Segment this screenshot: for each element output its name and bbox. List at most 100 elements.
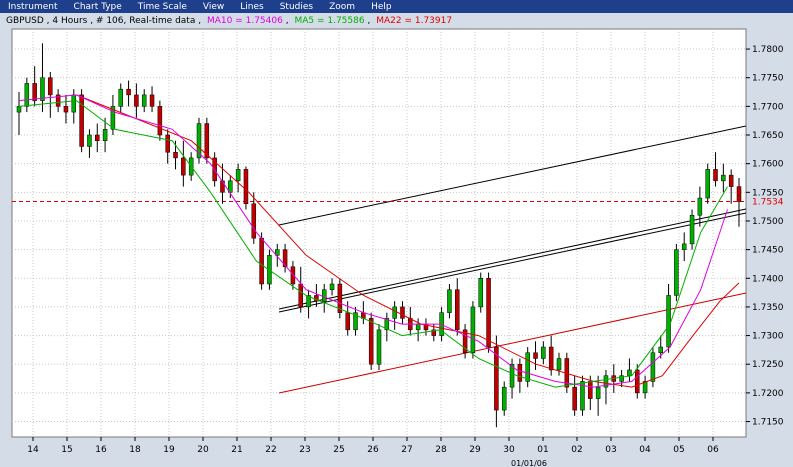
menu-help[interactable]: Help — [371, 2, 392, 12]
candle-body — [368, 318, 374, 365]
candle-body — [157, 106, 163, 136]
x-tick-label: 04 — [639, 445, 651, 455]
candle-body — [541, 346, 546, 359]
y-tick-label: 1.7350 — [752, 303, 784, 313]
candle-body — [572, 386, 577, 411]
candle-body — [392, 306, 397, 319]
candle-body — [627, 369, 632, 376]
x-tick-label: 21 — [231, 445, 242, 455]
y-tick-label: 1.7300 — [752, 332, 784, 342]
candle-body — [63, 106, 69, 113]
x-tick-label: 18 — [129, 445, 141, 455]
y-tick-label: 1.7200 — [752, 389, 784, 399]
time-axis: 14 15 16 18 19 20 21 22 23 25 26 27 28 29 30 01 02 03 04 05… — [27, 437, 719, 467]
candle-body — [141, 94, 147, 107]
candle-body — [165, 134, 170, 153]
candle — [79, 89, 84, 153]
y-tick-label: 1.7650 — [752, 131, 784, 141]
candle-body — [95, 134, 100, 141]
candle-body — [298, 283, 303, 308]
y-tick-label: 1.7700 — [752, 102, 784, 112]
candle-body — [689, 214, 695, 245]
candle-body — [588, 381, 593, 399]
menu-instrument[interactable]: Instrument — [8, 2, 58, 12]
candle-body — [40, 77, 45, 101]
x-tick-label: 29 — [469, 445, 481, 455]
candle-body — [650, 352, 656, 382]
candle — [470, 301, 476, 359]
candle-body — [525, 352, 530, 382]
candle-body — [713, 169, 718, 182]
chart-frame: GBPUSD , 4 Hours , # 106, Real-time data… — [0, 13, 793, 467]
menu-view[interactable]: View — [203, 2, 224, 12]
candle-body — [87, 134, 92, 147]
legend-sep-1: , — [198, 16, 201, 26]
legend-ma22: MA22 = 1.73917 — [376, 16, 452, 26]
menu-time-scale[interactable]: Time Scale — [138, 2, 187, 12]
y-tick-label: 1.7600 — [752, 160, 784, 170]
x-tick-label: 26 — [367, 445, 379, 455]
legend-ma10: MA10 = 1.75406 — [207, 16, 283, 26]
candle-body — [486, 278, 491, 348]
x-tick-label: 19 — [163, 445, 175, 455]
menu-chart-type[interactable]: Chart Type — [74, 2, 122, 12]
legend-ma5: MA5 = 1.75586 — [294, 16, 364, 26]
y-tick-label: 1.7250 — [752, 360, 784, 370]
candle-body — [102, 129, 108, 141]
candle-body — [447, 289, 452, 313]
legend-text: GBPUSD , 4 Hours , # 106, Real-time data… — [6, 16, 452, 26]
y-tick-label: 1.7400 — [752, 274, 784, 284]
x-tick-label: 02 — [571, 445, 582, 455]
menu-zoom[interactable]: Zoom — [329, 2, 355, 12]
candle-body — [728, 174, 734, 187]
candle-body — [494, 346, 499, 411]
candle — [525, 347, 530, 388]
candle-body — [173, 151, 178, 159]
menu-studies[interactable]: Studies — [280, 2, 313, 12]
x-tick-label: 15 — [61, 445, 72, 455]
menu-bar: Instrument Chart Type Time Scale View Li… — [0, 0, 793, 13]
x-tick-label: 30 — [503, 445, 515, 455]
candle-body — [321, 289, 327, 302]
candle — [580, 375, 585, 416]
candle-body — [118, 88, 123, 107]
candle-body — [48, 77, 53, 96]
candle-body — [243, 169, 249, 205]
candle-body — [149, 94, 155, 107]
candle — [204, 117, 210, 164]
candle-body — [501, 386, 507, 411]
y-tick-label: 1.7450 — [752, 246, 784, 256]
candle-body — [736, 186, 742, 202]
menu-lines[interactable]: Lines — [240, 2, 263, 12]
candle-body — [470, 306, 476, 354]
x-tick-label: 05 — [673, 445, 684, 455]
price-chart[interactable]: GBPUSD , 4 Hours , # 106, Real-time data… — [0, 13, 793, 467]
y-tick-label: 1.7750 — [752, 74, 784, 84]
candle-body — [400, 306, 405, 319]
candle-body — [16, 106, 22, 113]
x-tick-label: 25 — [333, 445, 344, 455]
candle-body — [455, 289, 460, 331]
candle-body — [79, 94, 84, 147]
candle-body — [24, 83, 30, 107]
price-axis: 1.78001.77501.77001.76501.76001.75501.75… — [746, 45, 784, 428]
candle-body — [548, 346, 554, 371]
x-tick-label: 06 — [707, 445, 719, 455]
x-tick-label: 16 — [95, 445, 107, 455]
candle-body — [71, 94, 77, 113]
x-tick-label: 22 — [265, 445, 276, 455]
y-tick-label: 1.7150 — [752, 418, 784, 428]
x-tick-label: 23 — [299, 445, 310, 455]
candle-body — [345, 312, 350, 331]
candle — [689, 209, 695, 250]
y-tick-label: 1.7500 — [752, 217, 784, 227]
x-tick-label: 27 — [401, 445, 412, 455]
candle-body — [235, 169, 241, 182]
x-tick-label: 01 — [537, 445, 548, 455]
candle-body — [674, 249, 679, 296]
candle — [674, 243, 679, 302]
y-tick-label: 1.7800 — [752, 45, 784, 55]
candle-body — [705, 169, 710, 199]
candle-body — [681, 243, 687, 250]
candle-body — [635, 369, 640, 394]
